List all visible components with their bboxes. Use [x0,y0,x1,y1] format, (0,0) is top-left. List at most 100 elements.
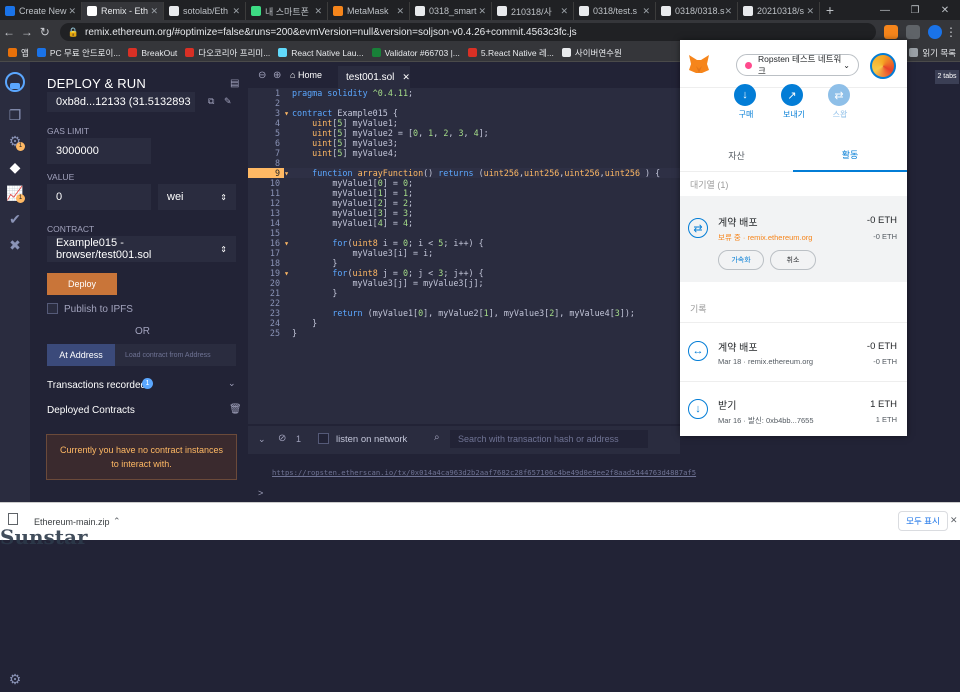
tab-assets[interactable]: 자산 [680,138,793,172]
bookmark-item[interactable]: 5.React Native 레... [467,47,554,59]
browser-tab[interactable]: 0318_smart ✕ [410,2,492,20]
gas-limit-input[interactable]: 3000000 [47,138,151,164]
browser-tab[interactable]: MetaMask ✕ [328,2,410,20]
tab-close-icon[interactable]: ✕ [150,6,158,17]
transactions-recorded-label[interactable]: Transactions recorded [47,380,146,391]
zoom-out-icon[interactable]: ⊖ [258,70,266,81]
reload-icon[interactable]: ↻ [36,25,54,39]
code-line[interactable]: 7 uint[5] myValue4; [248,148,680,158]
new-tab-button[interactable]: + [820,2,840,20]
debugger-icon[interactable]: ✖ [0,232,30,258]
file-explorer-icon[interactable]: ❐ [0,102,30,128]
code-line[interactable]: 14 myValue1[4] = 4; [248,218,680,228]
account-avatar[interactable] [870,53,896,79]
copy-icon[interactable]: ⧉ [208,96,214,107]
code-editor[interactable]: 1 pragma solidity ^0.4.11; 2 3 ▾ contract Exa… [248,88,680,348]
bookmark-item[interactable]: BreakOut [128,48,177,58]
account-select[interactable]: 0xb8d...12133 (31.5132893 [47,92,195,112]
code-line[interactable]: 1 pragma solidity ^0.4.11; [248,88,680,98]
code-line[interactable]: 6 uint[5] myValue3; [248,138,680,148]
code-line[interactable]: 4 uint[5] myValue1; [248,118,680,128]
buy-button[interactable]: ↓ 구매 [734,84,758,120]
network-selector[interactable]: Ropsten 테스트 네트워크 ⌄ [736,54,859,76]
tab-close-icon[interactable]: ✕ [68,6,76,17]
terminal-prompt[interactable]: > [258,488,263,498]
tab-close-icon[interactable]: ✕ [232,6,240,17]
window-close-icon[interactable]: ✕ [930,2,960,20]
code-line[interactable]: 10 myValue1[0] = 0; [248,178,680,188]
etherscan-tx-link[interactable]: https://ropsten.etherscan.io/tx/0x014a4c… [272,468,696,477]
code-line[interactable]: 24 } [248,318,680,328]
minimize-icon[interactable]: — [870,2,900,20]
tab-close-icon[interactable]: ✕ [725,6,733,17]
browser-tab[interactable]: Remix - Eth ✕ [82,2,164,20]
browser-tab[interactable]: 0318/0318.s ✕ [656,2,738,20]
maximize-icon[interactable]: ❐ [900,2,930,20]
chevron-double-down-icon[interactable]: ⌄ [258,434,266,445]
history-item[interactable]: ↔ 계약 배포 Mar 18 · remix.ethereum.org -0 E… [680,322,907,382]
pending-transaction[interactable]: ⇄ 계약 배포 보류 중 · remix.ethereum.org -0 ETH… [680,196,907,282]
code-line[interactable]: 5 uint[5] myValue2 = [0, 1, 2, 3, 4]; [248,128,680,138]
speed-up-button[interactable]: 가속화 [718,250,764,270]
bookmark-item[interactable]: PC 무료 안드로이... [36,47,120,59]
code-line[interactable]: 20 myValue3[j] = myValue3[j]; [248,278,680,288]
analysis-icon[interactable]: 📈 1 [0,180,30,206]
contract-select[interactable]: Example015 - browser/test001.sol ⇕ [47,236,236,262]
code-line[interactable]: 22 [248,298,680,308]
code-line[interactable]: 25} [248,328,680,338]
code-line[interactable]: 21 } [248,288,680,298]
metamask-extension-icon[interactable] [884,25,899,39]
bookmark-item[interactable]: 앱 [8,47,29,59]
browser-tab[interactable]: Create New ✕ [0,2,82,20]
value-unit-select[interactable]: wei ⇕ [158,184,236,210]
browser-tab[interactable]: 0318/test.s ✕ [574,2,656,20]
solidity-compiler-icon[interactable]: ⚙ 1 [0,128,30,154]
code-line[interactable]: 9 ▾ function arrayFunction() returns (uin… [248,168,680,178]
bookmark-item[interactable]: 다오코리아 프리미... [185,47,270,59]
load-contract-input[interactable]: Load contract from Address [115,344,236,366]
terminal-search-input[interactable]: Search with transaction hash or address [450,430,648,448]
value-input[interactable]: 0 [47,184,151,210]
at-address-button[interactable]: At Address [47,344,115,366]
extensions-puzzle-icon[interactable] [906,25,921,39]
browser-tab[interactable]: 210318/사 ✕ [492,2,574,20]
code-line[interactable]: 8 [248,158,680,168]
tab-close-icon[interactable]: ✕ [560,6,568,17]
bookmark-item[interactable]: 사이버연수원 [561,47,622,59]
remix-logo-icon[interactable] [0,62,30,102]
code-line[interactable]: 15 [248,228,680,238]
trash-icon[interactable]: 🗑 [229,404,242,415]
tab-close-icon[interactable]: ✕ [642,6,650,17]
code-line[interactable]: 3 ▾ contract Example015 { [248,108,680,118]
download-chevron-icon[interactable]: ⌃ [113,516,121,527]
browser-tab[interactable]: 내 스마트폰 ✕ [246,2,328,20]
home-tab[interactable]: ⌂ Home [290,70,322,80]
chrome-menu-icon[interactable]: ⋮ [942,25,960,39]
forward-icon[interactable]: → [18,25,36,39]
zoom-in-icon[interactable]: ⊕ [273,70,281,81]
history-item[interactable]: ↓ 받기 Mar 16 · 발신: 0xb4bb...7655 1 ETH 1 … [680,383,907,436]
listen-checkbox[interactable] [318,433,329,444]
code-line[interactable]: 12 myValue1[2] = 2; [248,198,680,208]
code-line[interactable]: 19 ▾ for(uint8 j = 0; j < 3; j++) { [248,268,680,278]
code-line[interactable]: 18 } [248,258,680,268]
code-line[interactable]: 16 ▾ for(uint8 i = 0; i < 5; i++) { [248,238,680,248]
tab-close-icon[interactable]: ✕ [806,6,814,17]
code-line[interactable]: 13 myValue1[3] = 3; [248,208,680,218]
back-icon[interactable]: ← [0,25,18,39]
edit-icon[interactable]: ✎ [224,96,232,107]
deploy-run-icon[interactable]: ◆ [0,154,30,180]
tab-close-icon[interactable]: ✕ [478,6,486,17]
bookmark-item[interactable]: Validator #66703 |... [371,48,460,58]
address-bar[interactable]: 🔒 remix.ethereum.org/#optimize=false&run… [59,23,877,41]
browser-tab[interactable]: sotolab/Eth ✕ [164,2,246,20]
close-icon[interactable]: ✕ [950,515,958,526]
show-all-downloads-button[interactable]: 모두 표시 [898,511,948,531]
code-line[interactable]: 23 return (myValue1[0], myValue2[1], myV… [248,308,680,318]
publish-ipfs-checkbox[interactable] [47,303,58,314]
deploy-button[interactable]: Deploy [47,273,117,295]
file-tab-test001[interactable]: test001.sol ✕ [338,66,410,88]
chevron-down-icon[interactable]: ⌄ [228,378,236,389]
send-button[interactable]: ↗ 보내기 [781,84,807,120]
testing-icon[interactable]: ✔ [0,206,30,232]
